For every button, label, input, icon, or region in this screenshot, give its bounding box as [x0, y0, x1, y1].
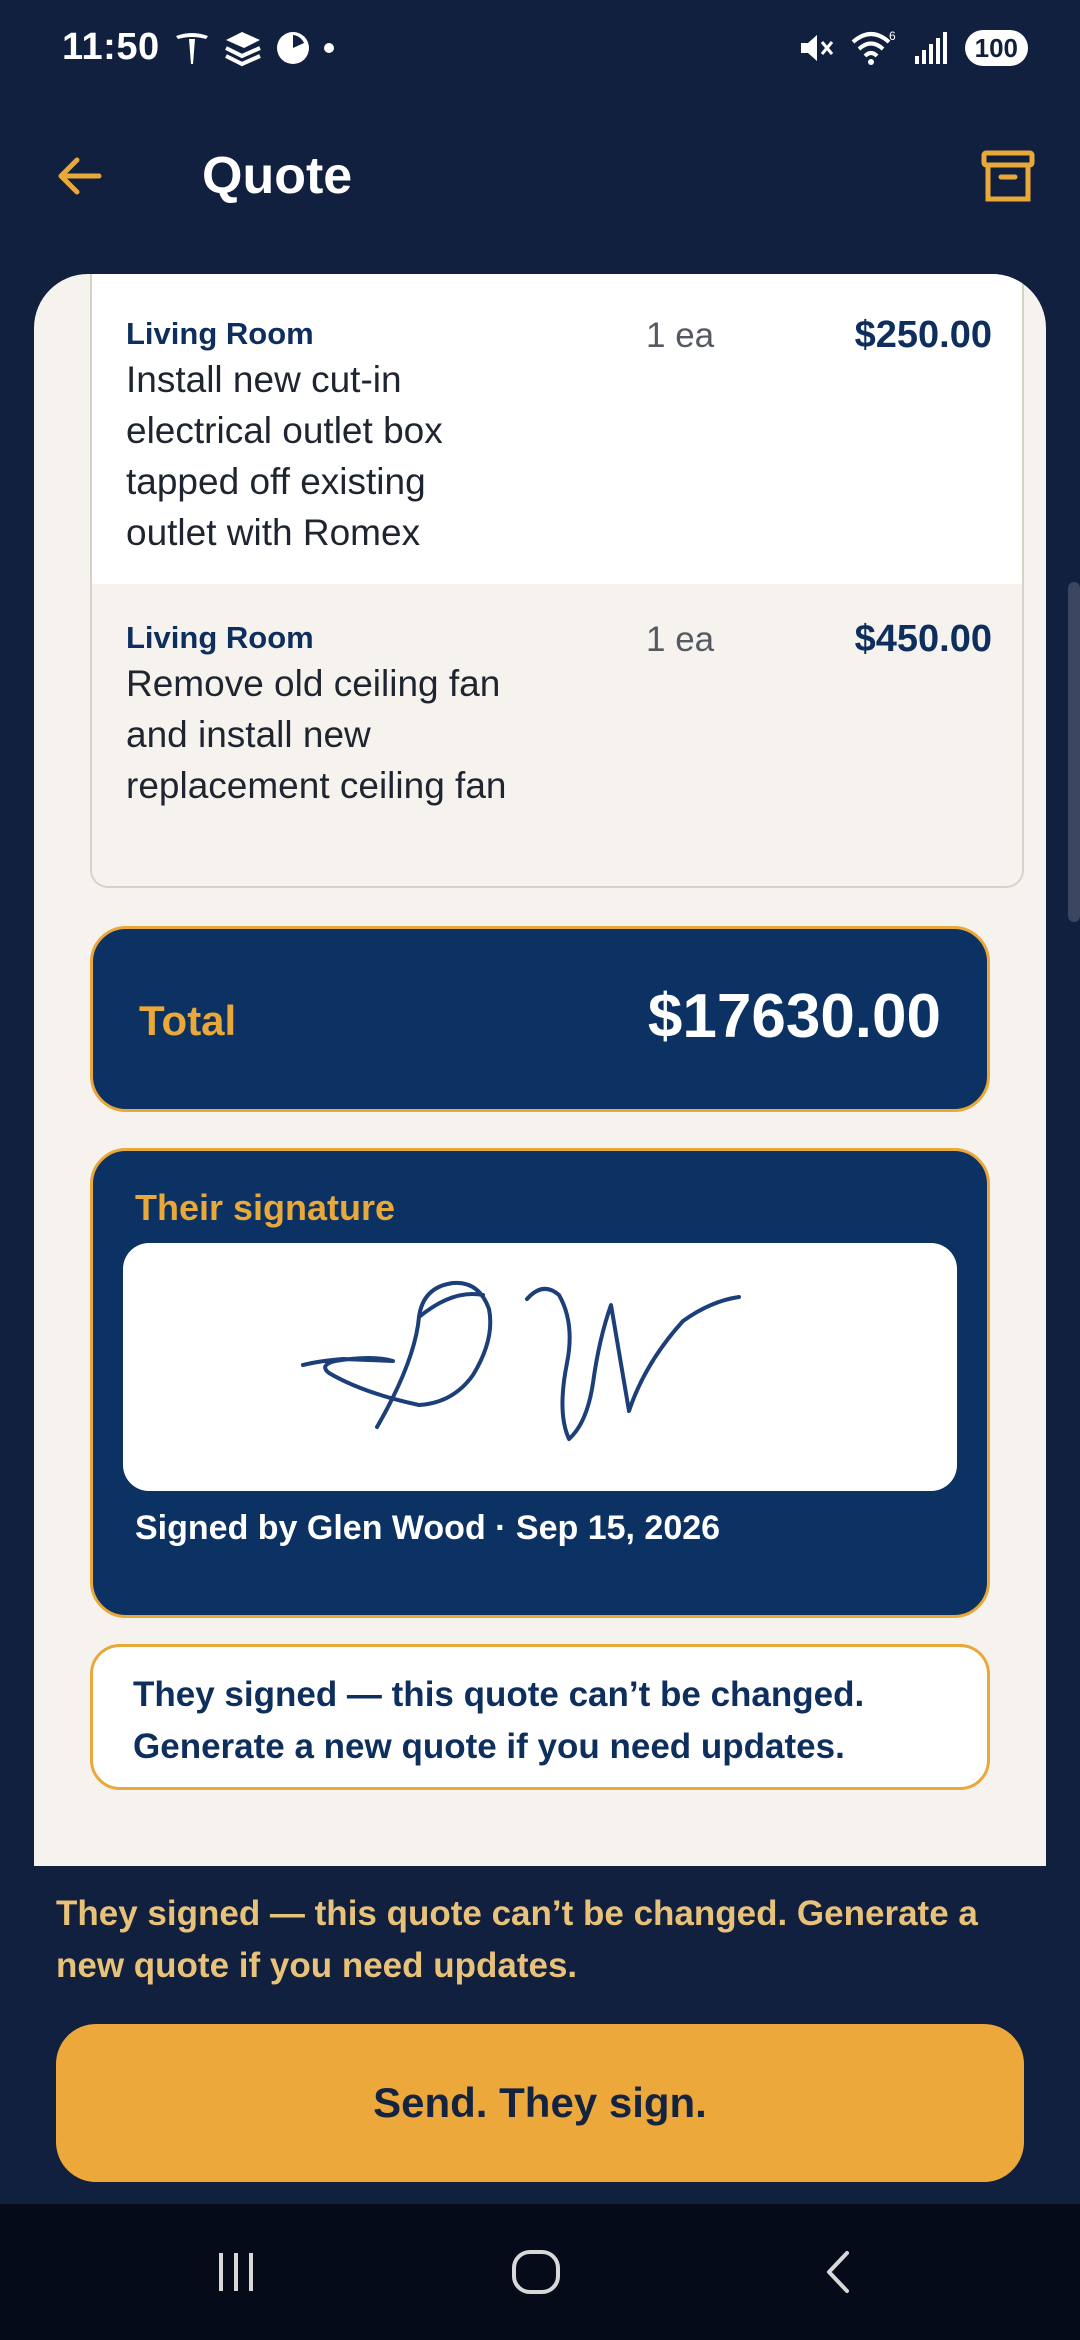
- quote-screen: 11:50 6 100 Quote Living Room Install ne…: [0, 0, 1080, 2340]
- quote-content[interactable]: Living Room Install new cut-in electrica…: [34, 274, 1046, 1866]
- total-label: Total: [139, 997, 237, 1044]
- locked-notice-text: They signed — this quote can’t be change…: [133, 1675, 865, 1766]
- item-description: Install new cut-in electrical outlet box…: [126, 359, 443, 553]
- signature-title: Their signature: [135, 1187, 396, 1228]
- svg-text:6: 6: [889, 29, 896, 43]
- signed-by-text: Signed by Glen Wood · Sep 15, 2026: [135, 1509, 721, 1547]
- line-item[interactable]: Living Room Remove old ceiling fan and i…: [92, 584, 1022, 886]
- back-nav-button[interactable]: [800, 2240, 880, 2304]
- item-room: Living Room: [126, 316, 314, 351]
- item-price: $250.00: [854, 314, 992, 356]
- archive-icon: [981, 150, 1035, 202]
- arrow-left-icon: [58, 157, 102, 195]
- dot-icon: [324, 43, 334, 53]
- page-title: Quote: [202, 147, 353, 205]
- signature-image: [123, 1243, 957, 1491]
- item-room: Living Room: [126, 620, 314, 655]
- mute-icon: [800, 35, 833, 61]
- send-button[interactable]: Send. They sign.: [56, 2024, 1024, 2182]
- total-card: Total $17630.00: [90, 926, 990, 1112]
- notification-icons: [172, 28, 336, 68]
- battery-indicator: 100: [964, 30, 1028, 66]
- status-time: 11:50: [62, 26, 160, 68]
- back-button[interactable]: [48, 144, 112, 208]
- signature-drawing: [301, 1280, 741, 1441]
- scrollbar[interactable]: [1068, 582, 1080, 922]
- stack-icon: [225, 32, 261, 67]
- item-description: Remove old ceiling fan and install new r…: [126, 663, 507, 806]
- recents-button[interactable]: [196, 2240, 276, 2304]
- locked-quote-notice: They signed — this quote can’t be change…: [90, 1644, 990, 1790]
- home-button[interactable]: [496, 2240, 576, 2304]
- archive-button[interactable]: [976, 144, 1040, 208]
- tesla-icon: [176, 33, 208, 64]
- system-icons: 6 100: [795, 28, 1028, 68]
- recents-icon: [219, 2253, 253, 2291]
- item-quantity: 1 ea: [646, 620, 715, 659]
- footer-notice: They signed — this quote can’t be change…: [56, 1894, 978, 1985]
- line-item[interactable]: Living Room Install new cut-in electrica…: [92, 274, 1022, 584]
- item-price: $450.00: [854, 618, 992, 660]
- status-bar: 11:50 6 100: [0, 0, 1080, 100]
- timer-icon: [277, 32, 309, 64]
- home-icon: [512, 2250, 560, 2294]
- signature-card: Their signature Signed by Glen Wood · Se…: [90, 1148, 990, 1618]
- system-nav-bar: [0, 2204, 1080, 2340]
- signal-icon: [914, 32, 947, 64]
- app-bar: Quote: [0, 110, 1080, 240]
- wifi-icon: 6: [851, 29, 896, 65]
- total-value: $17630.00: [647, 982, 941, 1051]
- item-quantity: 1 ea: [646, 316, 715, 355]
- chevron-left-icon: [827, 2251, 849, 2293]
- line-items-list: Living Room Install new cut-in electrica…: [90, 274, 1024, 888]
